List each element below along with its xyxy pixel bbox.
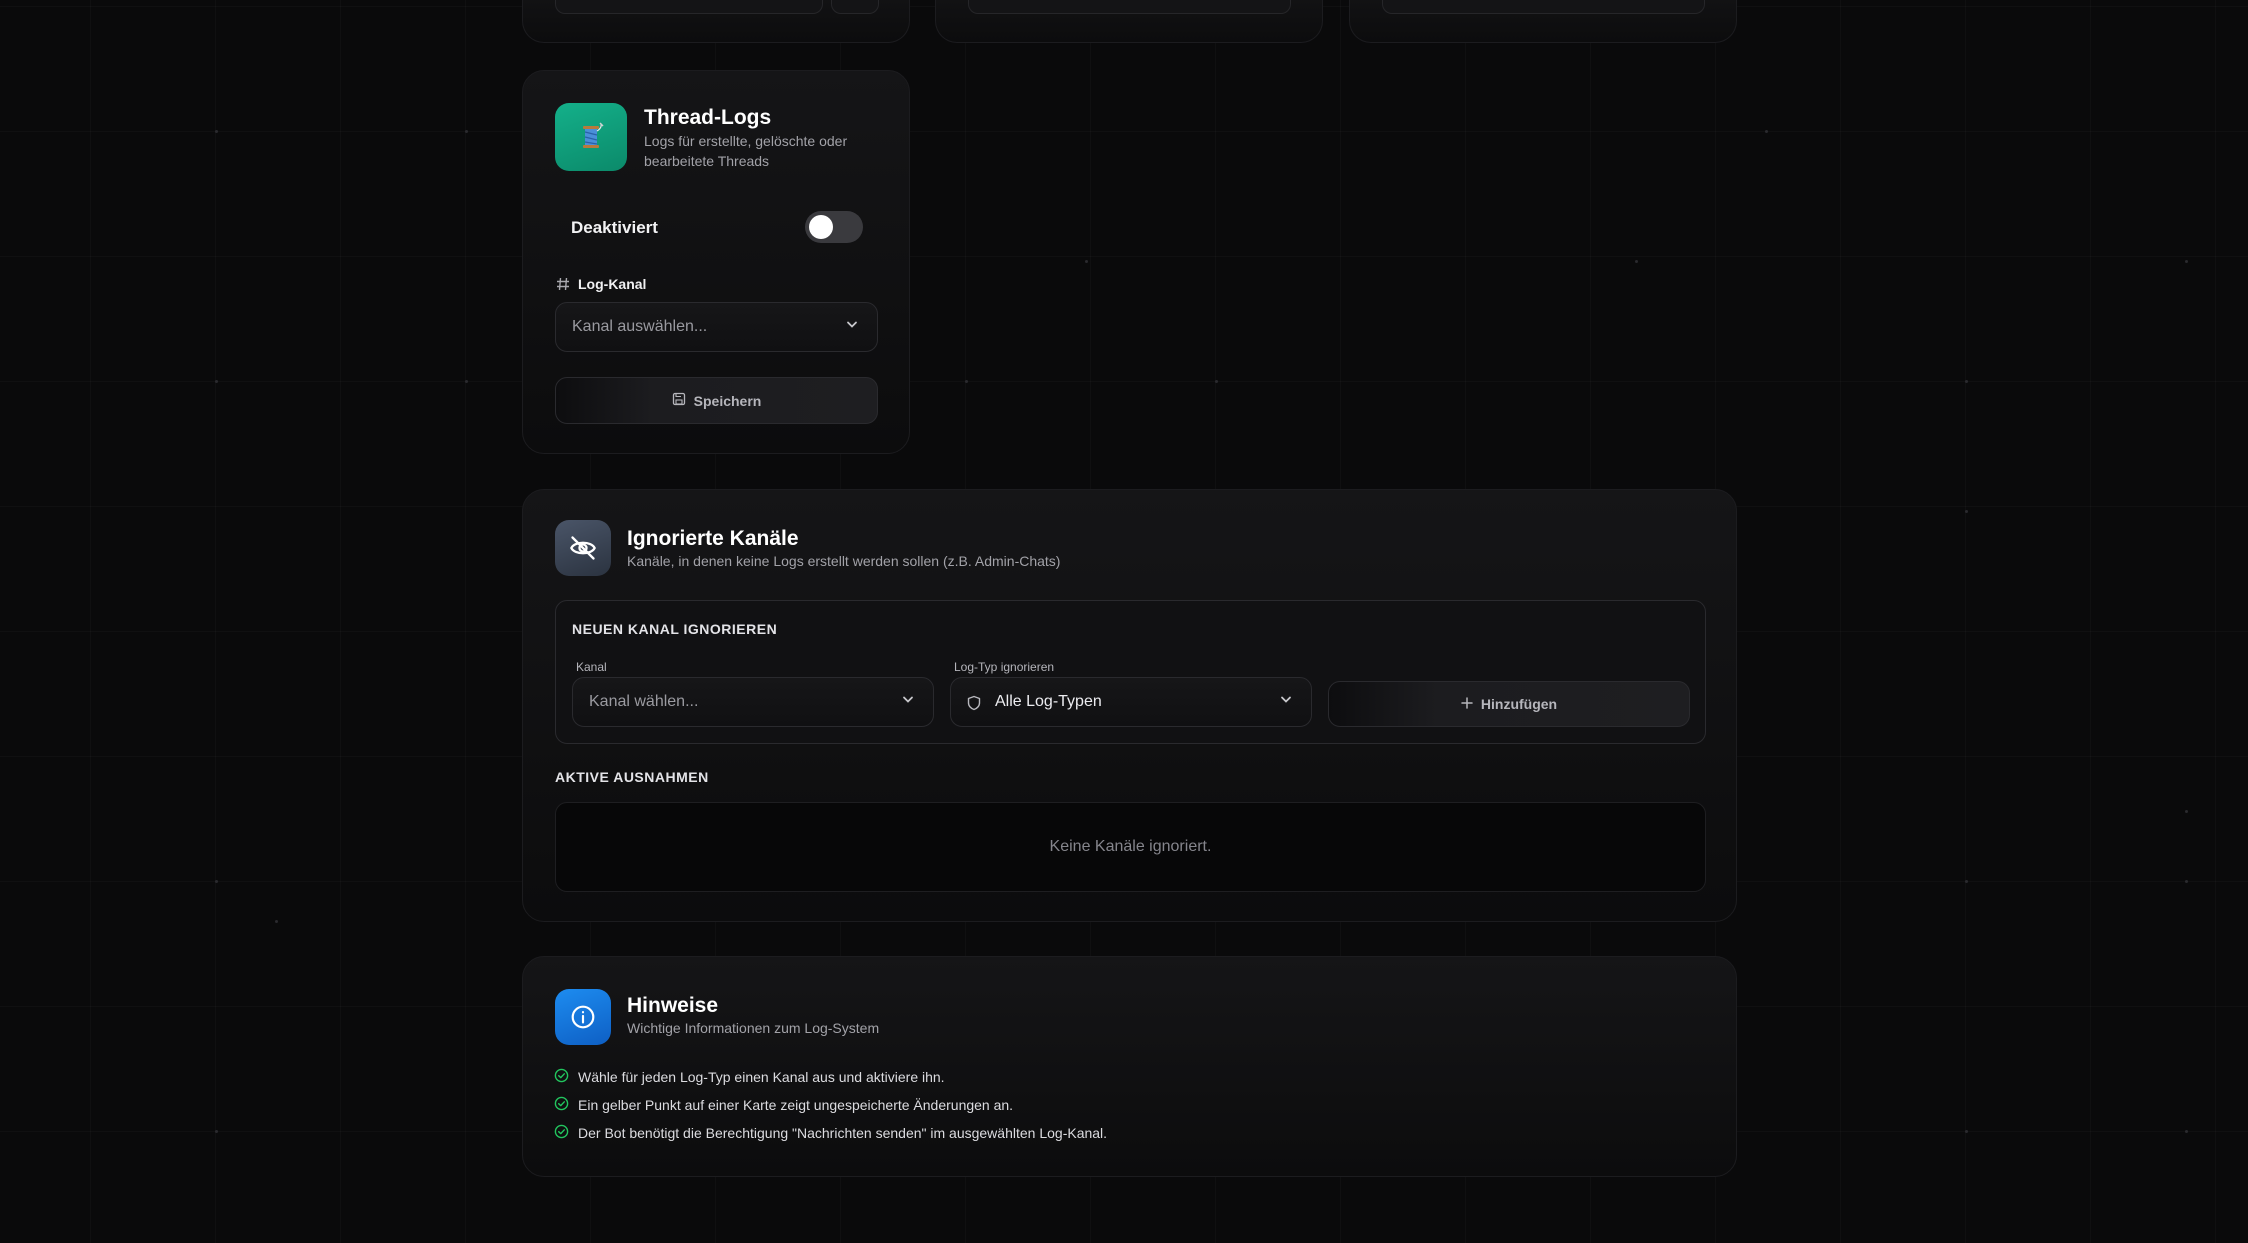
- ignore-channel-placeholder: Kanal wählen...: [589, 693, 699, 710]
- save-button-partial[interactable]: [1382, 0, 1705, 14]
- log-card-partial: [522, 0, 910, 43]
- eye-off-icon: [555, 520, 611, 576]
- active-exceptions-title: AKTIVE AUSNAHMEN: [555, 769, 709, 785]
- hints-title: Hinweise: [627, 994, 719, 1017]
- thread-logs-description: Logs für erstellte, gelöschte oder bearb…: [644, 133, 848, 169]
- plus-icon: [1461, 696, 1473, 712]
- log-channel-placeholder: Kanal auswählen...: [572, 318, 708, 335]
- add-ignore-button[interactable]: Hinzufügen: [1328, 681, 1690, 727]
- hints-card: Hinweise Wichtige Informationen zum Log-…: [522, 956, 1737, 1177]
- active-exceptions-list: Keine Kanäle ignoriert.: [555, 802, 1706, 892]
- enable-toggle[interactable]: [805, 211, 863, 243]
- hash-icon: [556, 277, 570, 296]
- hint-text: Wähle für jeden Log-Typ einen Kanal aus …: [578, 1069, 945, 1085]
- status-label: Deaktiviert: [571, 218, 658, 237]
- log-type-label: Log-Typ ignorieren: [954, 660, 1055, 674]
- add-label: Hinzufügen: [1480, 696, 1558, 712]
- thread-logs-card: Thread-Logs Logs für erstellte, gelöscht…: [522, 70, 910, 454]
- thread-logs-title: Thread-Logs: [644, 106, 772, 129]
- log-type-value: Alle Log-Typen: [995, 693, 1102, 710]
- ignored-channels-title: Ignorierte Kanäle: [627, 527, 799, 550]
- toggle-knob: [809, 215, 833, 239]
- hint-text: Ein gelber Punkt auf einer Karte zeigt u…: [578, 1097, 1014, 1113]
- channel-label: Kanal: [576, 660, 607, 674]
- hint-item: Ein gelber Punkt auf einer Karte zeigt u…: [554, 1096, 1013, 1114]
- check-circle-icon: [554, 1096, 569, 1114]
- chevron-down-icon: [1279, 693, 1293, 712]
- save-button[interactable]: Speichern: [555, 377, 878, 424]
- check-circle-icon: [554, 1068, 569, 1086]
- save-button-partial[interactable]: [555, 0, 823, 14]
- check-circle-icon: [554, 1124, 569, 1142]
- hints-description: Wichtige Informationen zum Log-System: [627, 1020, 880, 1036]
- action-button-partial[interactable]: [831, 0, 879, 14]
- new-ignore-panel: NEUEN KANAL IGNORIEREN Kanal Kanal wähle…: [555, 600, 1706, 744]
- spool-of-thread-icon: [555, 103, 627, 171]
- hint-item: Wähle für jeden Log-Typ einen Kanal aus …: [554, 1068, 945, 1086]
- chevron-down-icon: [845, 318, 859, 337]
- ignore-channel-select[interactable]: Kanal wählen...: [572, 677, 934, 727]
- log-channel-label: Log-Kanal: [578, 276, 647, 292]
- hint-text: Der Bot benötigt die Berechtigung "Nachr…: [578, 1125, 1108, 1141]
- log-card-partial: [935, 0, 1323, 43]
- log-type-select[interactable]: Alle Log-Typen: [950, 677, 1312, 727]
- save-icon: [672, 392, 686, 409]
- save-label: Speichern: [693, 392, 762, 409]
- empty-state-text: Keine Kanäle ignoriert.: [1049, 838, 1212, 855]
- chevron-down-icon: [901, 693, 915, 712]
- new-ignore-title: NEUEN KANAL IGNORIEREN: [572, 621, 778, 637]
- ignored-channels-card: Ignorierte Kanäle Kanäle, in denen keine…: [522, 489, 1737, 922]
- info-icon: [555, 989, 611, 1045]
- shield-icon: [967, 695, 981, 716]
- log-channel-select[interactable]: Kanal auswählen...: [555, 302, 878, 352]
- hint-item: Der Bot benötigt die Berechtigung "Nachr…: [554, 1124, 1107, 1142]
- log-card-partial: [1349, 0, 1737, 43]
- ignored-channels-description: Kanäle, in denen keine Logs erstellt wer…: [627, 553, 1061, 569]
- save-button-partial[interactable]: [968, 0, 1291, 14]
